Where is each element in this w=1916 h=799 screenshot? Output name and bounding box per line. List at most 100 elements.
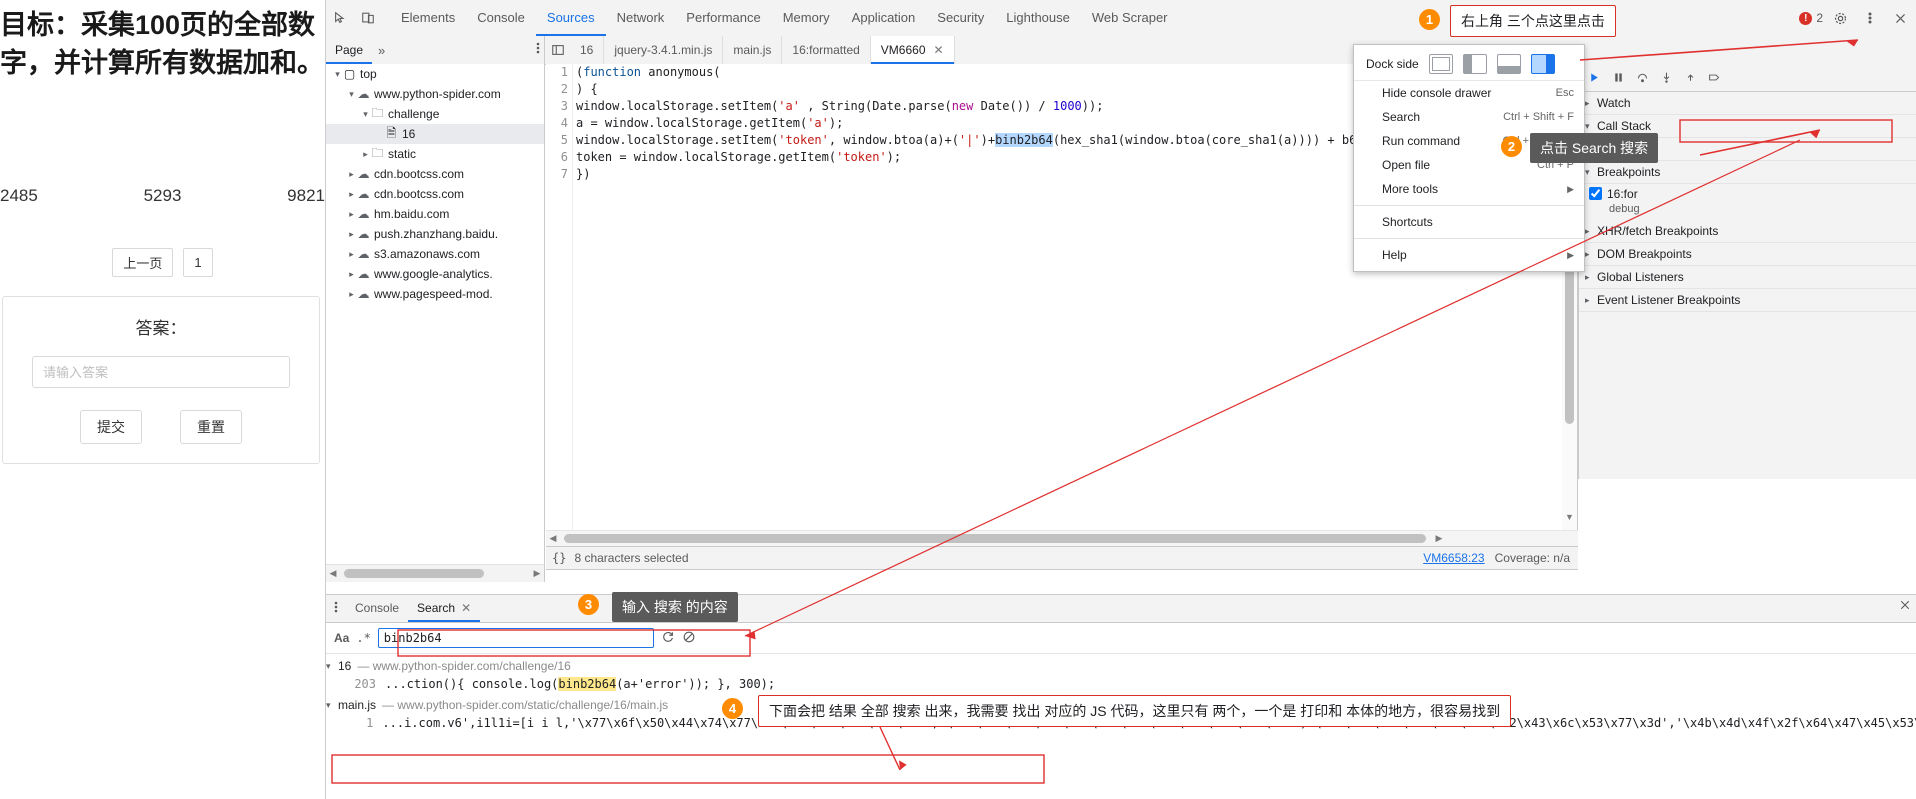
devtools-more-options-icon[interactable] (1857, 5, 1883, 31)
regex-toggle[interactable]: .* (356, 631, 370, 645)
close-tab-icon[interactable]: ✕ (461, 601, 471, 615)
tab-memory[interactable]: Memory (772, 0, 841, 36)
menu-item-search[interactable]: Search Ctrl + Shift + F (1354, 105, 1584, 129)
source-tab-16[interactable]: 16 (570, 36, 605, 64)
section-event-listener-breakpoints[interactable]: ▸ Event Listener Breakpoints (1579, 289, 1916, 312)
menu-item-shortcuts[interactable]: Shortcuts (1354, 210, 1584, 234)
deactivate-breakpoints-icon[interactable] (1703, 67, 1725, 89)
section-dom-breakpoints[interactable]: ▸ DOM Breakpoints (1579, 243, 1916, 266)
menu-item-hide-console-drawer[interactable]: Hide console drawer Esc (1354, 81, 1584, 105)
scroll-down-icon[interactable]: ▼ (1562, 512, 1577, 522)
prev-page-button[interactable]: 上一页 (112, 248, 174, 277)
tree-item-pagespeed-mod[interactable]: ▸ ☁ www.pagespeed-mod. (326, 284, 544, 304)
tab-sources[interactable]: Sources (536, 0, 606, 36)
source-origin-link[interactable]: VM6658:23 (1423, 551, 1484, 565)
tree-item-s3-amazonaws[interactable]: ▸ ☁ s3.amazonaws.com (326, 244, 544, 264)
tree-item-16[interactable]: 🗎 16 (326, 124, 544, 144)
tab-network[interactable]: Network (606, 0, 676, 36)
twisty-icon[interactable]: ▸ (360, 149, 371, 160)
menu-item-help[interactable]: Help ▶ (1354, 243, 1584, 267)
navigator-horizontal-scrollbar[interactable]: ◀ ▶ (326, 564, 545, 582)
twisty-icon[interactable]: ▸ (346, 249, 357, 260)
section-breakpoints[interactable]: ▾ Breakpoints (1579, 161, 1916, 184)
close-devtools-icon[interactable] (1887, 5, 1913, 31)
inspect-element-icon[interactable] (326, 4, 354, 32)
tree-item-cdn-bootcss-1[interactable]: ▸ ☁ cdn.bootcss.com (326, 164, 544, 184)
tree-item-hm-baidu[interactable]: ▸ ☁ hm.baidu.com (326, 204, 544, 224)
twisty-icon[interactable]: ▸ (346, 189, 357, 200)
tree-item-top[interactable]: ▾ ▢ top (326, 64, 544, 84)
reset-button[interactable]: 重置 (180, 410, 242, 444)
scrollbar-thumb[interactable] (564, 534, 1426, 543)
tab-web-scraper[interactable]: Web Scraper (1081, 0, 1179, 36)
tree-item-static[interactable]: ▸ 🗀 static (326, 144, 544, 164)
dock-left-icon[interactable] (1462, 54, 1487, 74)
breakpoint-row[interactable]: 16:for (1579, 184, 1916, 203)
scroll-left-icon[interactable]: ◀ (326, 568, 340, 579)
source-tab-jquery[interactable]: jquery-3.4.1.min.js (604, 36, 724, 64)
source-tab-16-formatted[interactable]: 16:formatted (782, 36, 871, 64)
twisty-icon[interactable]: ▸ (346, 229, 357, 240)
undock-icon[interactable] (1428, 54, 1453, 74)
show-navigator-icon[interactable] (546, 36, 570, 64)
settings-gear-icon[interactable] (1827, 5, 1853, 31)
navigator-tab-page[interactable]: Page (326, 36, 372, 64)
twisty-icon[interactable]: ▾ (346, 89, 357, 100)
tab-performance[interactable]: Performance (675, 0, 771, 36)
twisty-icon[interactable]: ▸ (346, 269, 357, 280)
tree-item-cdn-bootcss-2[interactable]: ▸ ☁ cdn.bootcss.com (326, 184, 544, 204)
twisty-icon[interactable]: ▸ (346, 169, 357, 180)
twisty-icon[interactable]: ▸ (346, 209, 357, 220)
twisty-icon[interactable]: ▾ (332, 69, 343, 80)
editor-horizontal-scrollbar[interactable]: ◀ ▶ (546, 530, 1578, 546)
tab-elements[interactable]: Elements (390, 0, 466, 36)
tab-console[interactable]: Console (466, 0, 536, 36)
page-number-button[interactable]: 1 (183, 248, 213, 277)
drawer-tab-search[interactable]: Search ✕ (408, 595, 480, 622)
step-over-icon[interactable] (1631, 67, 1653, 89)
breakpoint-checkbox[interactable] (1589, 187, 1602, 200)
tree-item-google-analytics[interactable]: ▸ ☁ www.google-analytics. (326, 264, 544, 284)
chevron-down-icon[interactable]: ▾ (326, 661, 338, 672)
tab-application[interactable]: Application (841, 0, 927, 36)
drawer-tab-console[interactable]: Console (346, 595, 408, 622)
section-xhr-breakpoints[interactable]: ▸ XHR/fetch Breakpoints (1579, 220, 1916, 243)
answer-input[interactable] (32, 356, 290, 388)
error-count-badge[interactable]: ! 2 (1799, 11, 1823, 25)
result-file-header[interactable]: ▾ 16 — www.python-spider.com/challenge/1… (326, 657, 1916, 675)
twisty-icon[interactable]: ▸ (346, 289, 357, 300)
dock-bottom-icon[interactable] (1496, 54, 1521, 74)
chevron-down-icon[interactable]: ▾ (326, 700, 338, 711)
close-drawer-icon[interactable] (1899, 599, 1911, 614)
refresh-icon[interactable] (661, 630, 675, 647)
section-watch[interactable]: ▸ Watch (1579, 92, 1916, 115)
scroll-right-icon[interactable]: ▶ (1432, 533, 1446, 544)
dock-right-icon[interactable] (1530, 54, 1555, 74)
tree-item-challenge[interactable]: ▾ 🗀 challenge (326, 104, 544, 124)
step-into-icon[interactable] (1655, 67, 1677, 89)
tree-item-python-spider[interactable]: ▾ ☁ www.python-spider.com (326, 84, 544, 104)
section-global-listeners[interactable]: ▸ Global Listeners (1579, 266, 1916, 289)
scroll-right-icon[interactable]: ▶ (530, 568, 544, 579)
search-input[interactable] (377, 628, 654, 648)
navigator-more-options-icon[interactable] (536, 41, 540, 59)
scroll-left-icon[interactable]: ◀ (546, 533, 560, 544)
resume-script-icon[interactable] (1583, 67, 1605, 89)
device-toolbar-icon[interactable] (354, 4, 382, 32)
tree-item-push-zhanzhang[interactable]: ▸ ☁ push.zhanzhang.baidu. (326, 224, 544, 244)
menu-item-more-tools[interactable]: More tools ▶ (1354, 177, 1584, 201)
clear-icon[interactable] (682, 630, 696, 647)
navigator-more-tabs-icon[interactable]: » (372, 43, 391, 58)
pretty-print-icon[interactable]: {} (552, 551, 566, 565)
result-line[interactable]: 203 ...ction(){ console.log(binb2b64(a+'… (326, 675, 1916, 692)
submit-button[interactable]: 提交 (80, 410, 142, 444)
match-case-toggle[interactable]: Aa (334, 631, 349, 645)
scrollbar-thumb[interactable] (344, 569, 484, 578)
twisty-icon[interactable]: ▾ (360, 109, 371, 120)
source-tab-vm6660[interactable]: VM6660 ✕ (870, 36, 955, 64)
pause-script-icon[interactable] (1607, 67, 1629, 89)
source-tab-mainjs[interactable]: main.js (723, 36, 783, 64)
close-tab-icon[interactable]: ✕ (934, 43, 944, 57)
drawer-more-options-icon[interactable] (326, 600, 346, 617)
step-out-icon[interactable] (1679, 67, 1701, 89)
